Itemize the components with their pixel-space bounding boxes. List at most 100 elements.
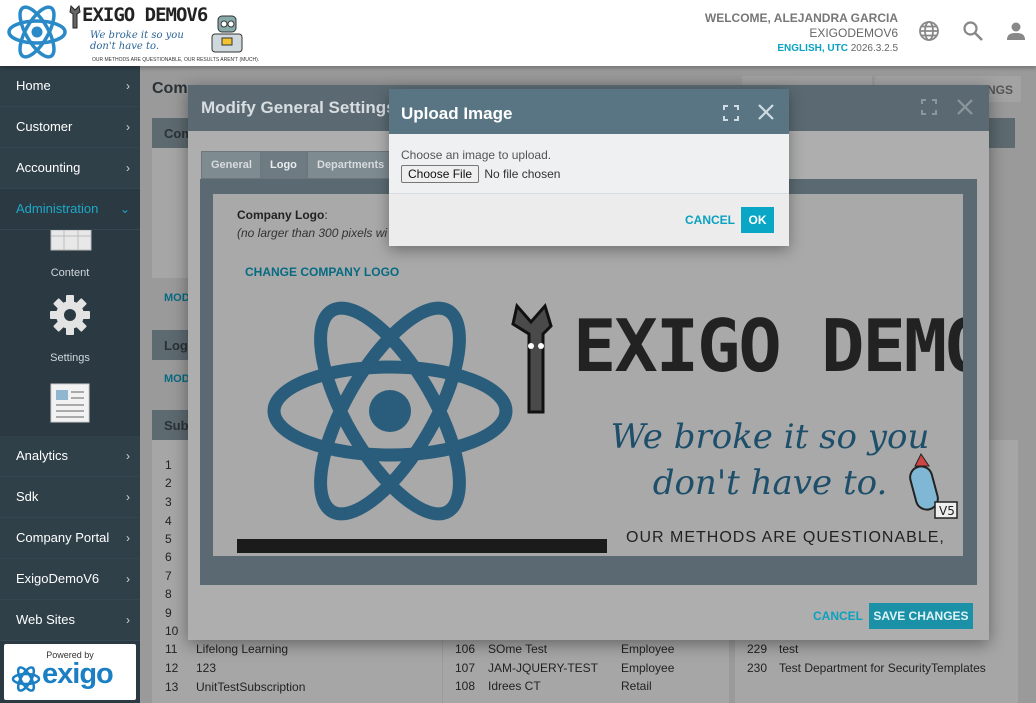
brand-logo[interactable]: EXIGO DEMOV6 We broke it so you don't ha…	[68, 2, 259, 64]
upload-modal-header: Upload Image	[389, 89, 789, 134]
globe-icon[interactable]	[918, 20, 940, 42]
sidebar-item-label: Company Portal	[16, 530, 110, 545]
sidebar-nav: Home › Customer › Accounting › Administrati…	[0, 66, 140, 703]
sidebar-item-label: Web Sites	[16, 612, 76, 627]
preview-small-print: OUR METHODS ARE QUESTIONABLE,	[626, 529, 945, 546]
upload-image-modal: Upload Image Choose an image to upload. …	[389, 89, 789, 246]
close-icon[interactable]	[956, 98, 974, 116]
chevron-right-icon: ›	[126, 79, 130, 93]
preview-tagline: We broke it so you don't have to.	[605, 414, 935, 506]
row-num: 7	[165, 569, 172, 583]
sidebar-item-label: Accounting	[16, 160, 81, 175]
preview-scrollbar[interactable]	[237, 539, 607, 553]
row-num: 13	[165, 680, 179, 694]
company-card	[152, 148, 188, 278]
gear-icon[interactable]	[49, 294, 91, 336]
customer-type-name: SOme Test	[488, 642, 548, 656]
company-logo-label: Company Logo	[237, 208, 325, 222]
sidebar-item-web-sites[interactable]: Web Sites ›	[0, 600, 140, 641]
sidebar-item-company-portal[interactable]: Company Portal ›	[0, 518, 140, 559]
sidebar-item-label: Administration	[16, 201, 99, 216]
react-atom-logo-icon[interactable]	[6, 2, 68, 62]
upload-ok-button[interactable]: OK	[741, 207, 774, 233]
row-num: 230	[747, 661, 768, 675]
modify-company-link[interactable]: MOD	[164, 292, 190, 304]
search-icon[interactable]	[962, 20, 984, 42]
row-num: 108	[455, 679, 476, 693]
file-input[interactable]: Choose File No file chosen	[401, 165, 560, 183]
version-text: 2026.3.2.5	[850, 43, 898, 54]
settings-cancel-button[interactable]: CANCEL	[813, 609, 863, 623]
sidebar-item-label: Analytics	[16, 448, 69, 463]
sidebar-item-accounting[interactable]: Accounting ›	[0, 148, 140, 189]
file-status: No file chosen	[484, 167, 561, 181]
tab-general[interactable]: General	[201, 151, 262, 179]
react-atom-preview-icon	[267, 301, 513, 521]
row-num: 4	[165, 514, 172, 528]
save-changes-button[interactable]: SAVE CHANGES	[869, 603, 973, 629]
sidebar-item-exigodemov6[interactable]: ExigoDemoV6 ›	[0, 559, 140, 600]
row-num: 10	[165, 624, 179, 638]
administration-submenu: Content Settings	[0, 230, 140, 436]
company-logo-heading: Company Logo:	[237, 208, 328, 222]
logo-tagline: We broke it so you don't have to.	[90, 30, 184, 52]
document-icon[interactable]	[49, 382, 91, 424]
customer-type-name: JAM-JQUERY-TEST	[488, 661, 599, 675]
chevron-right-icon: ›	[126, 613, 130, 627]
preview-tagline-line-2: don't have to.	[652, 463, 888, 503]
sidebar-item-customer[interactable]: Customer ›	[0, 107, 140, 148]
robot-mascot-icon	[211, 15, 243, 53]
change-company-logo-link[interactable]: CHANGE COMPANY LOGO	[245, 265, 399, 279]
company-name: EXIGODEMOV6	[809, 26, 898, 40]
exigo-brand: exigo	[4, 658, 136, 696]
maximize-icon[interactable]	[921, 99, 937, 115]
wrench-mascot-icon	[511, 302, 553, 414]
sidebar-item-analytics[interactable]: Analytics ›	[0, 436, 140, 477]
row-num: 9	[165, 606, 172, 620]
sidebar-item-home[interactable]: Home ›	[0, 66, 140, 107]
submenu-content-label[interactable]: Content	[0, 267, 140, 279]
exigo-logo-icon	[11, 666, 41, 692]
sidebar-item-administration[interactable]: Administration ⌄	[0, 189, 140, 230]
subscription-name: 123	[196, 661, 217, 675]
svg-text:V5: V5	[939, 504, 955, 518]
department-name: test	[779, 642, 799, 656]
logo-size-hint: (no larger than 300 pixels wi	[237, 226, 388, 240]
upload-cancel-button[interactable]: CANCEL	[685, 213, 735, 227]
chevron-right-icon: ›	[126, 490, 130, 504]
content-icon[interactable]	[50, 230, 92, 252]
modify-logo-link[interactable]: MOD	[164, 373, 190, 385]
company-card-header: Com	[152, 118, 193, 148]
user-info: WELCOME, ALEJANDRA GARCIA EXIGODEMOV6 EN…	[705, 11, 898, 56]
exigo-wordmark: exigo	[42, 658, 114, 690]
wrench-icon	[69, 4, 81, 29]
sidebar-item-label: Customer	[16, 119, 73, 134]
customer-type-kind: Employee	[621, 661, 675, 675]
row-num: 229	[747, 642, 768, 656]
chevron-right-icon: ›	[126, 531, 130, 545]
logo-small-print: OUR METHODS ARE QUESTIONABLE, OUR RESULT…	[92, 57, 260, 63]
logo-title: EXIGO DEMOV6	[82, 4, 208, 26]
tab-logo[interactable]: Logo	[260, 151, 307, 179]
user-icon[interactable]	[1005, 20, 1027, 42]
subscriptions-card-header: Subs	[152, 410, 196, 440]
sidebar-item-sdk[interactable]: Sdk ›	[0, 477, 140, 518]
row-num: 3	[165, 495, 172, 509]
close-icon[interactable]	[757, 103, 775, 121]
choose-file-button[interactable]: Choose File	[401, 165, 480, 183]
submenu-settings-label[interactable]: Settings	[0, 352, 140, 364]
chevron-right-icon: ›	[126, 572, 130, 586]
powered-by-badge[interactable]: Powered by exigo	[4, 644, 136, 700]
upload-modal-title: Upload Image	[401, 104, 513, 123]
row-num: 1	[165, 458, 172, 472]
upload-modal-body: Choose an image to upload. Choose File N…	[389, 134, 789, 194]
locale-info: ENGLISH, UTC 2026.3.2.5	[705, 41, 898, 56]
sidebar-item-label: Sdk	[16, 489, 39, 504]
settings-modal-title: Modify General Settings	[201, 98, 396, 117]
language-link[interactable]: ENGLISH, UTC	[777, 43, 848, 54]
maximize-icon[interactable]	[723, 105, 739, 121]
row-num: 2	[165, 476, 172, 490]
bg-right-header	[989, 118, 1015, 148]
row-num: 5	[165, 532, 172, 546]
tab-departments[interactable]: Departments	[307, 151, 395, 179]
